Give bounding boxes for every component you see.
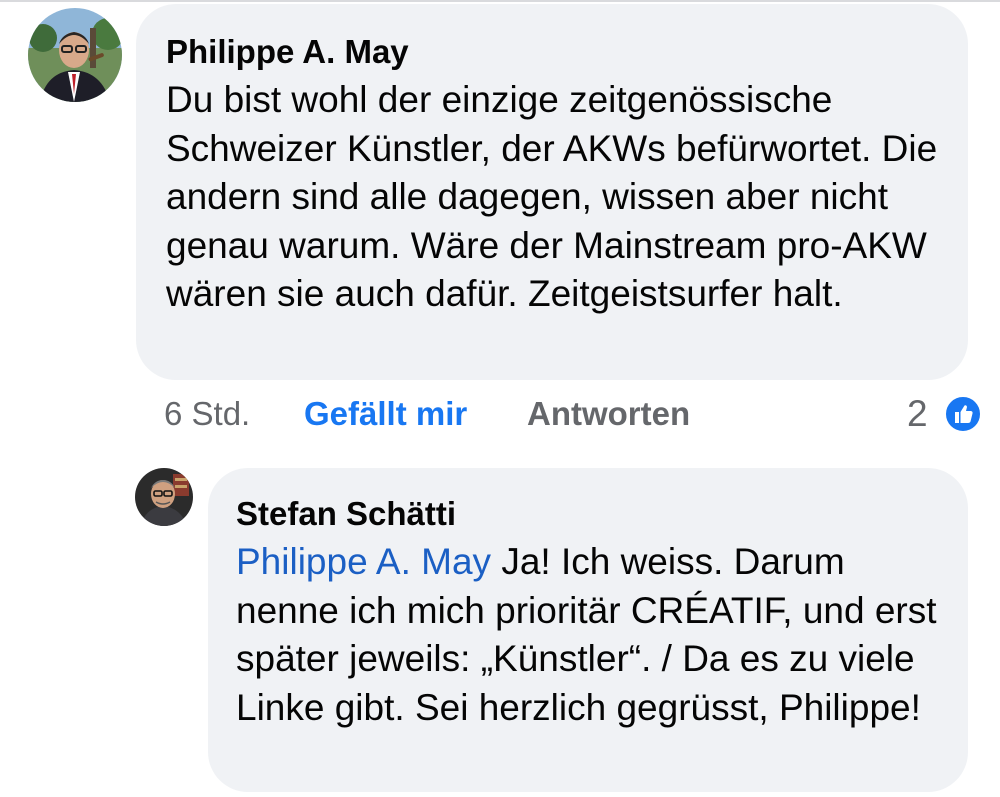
comment-author-name[interactable]: Philippe A. May (166, 28, 938, 76)
reply-button[interactable]: Antworten (527, 388, 690, 440)
reply-bubble: Stefan Schätti Philippe A. May Ja! Ich w… (208, 468, 968, 792)
divider (0, 0, 1000, 2)
mention-link[interactable]: Philippe A. May (236, 541, 491, 582)
profile-photo-avatar-icon (135, 468, 193, 526)
like-button[interactable]: Gefällt mir (304, 388, 467, 440)
avatar-philippe[interactable] (28, 8, 122, 102)
comment-text: Du bist wohl der einzige zeitgenössische… (166, 79, 938, 314)
profile-photo-avatar-icon (28, 8, 122, 102)
avatar-stefan[interactable] (135, 468, 193, 526)
thumbs-up-icon[interactable] (944, 395, 982, 433)
reply-author-name[interactable]: Stefan Schätti (236, 490, 940, 538)
comment-bubble: Philippe A. May Du bist wohl der einzige… (136, 4, 968, 380)
comment-timestamp[interactable]: 6 Std. (164, 388, 250, 440)
comment-actions: 6 Std. Gefällt mir Antworten 2 (164, 388, 984, 440)
reply-text-block: Philippe A. May Ja! Ich weiss. Darum nen… (236, 538, 940, 732)
reaction-count[interactable]: 2 (907, 388, 928, 440)
